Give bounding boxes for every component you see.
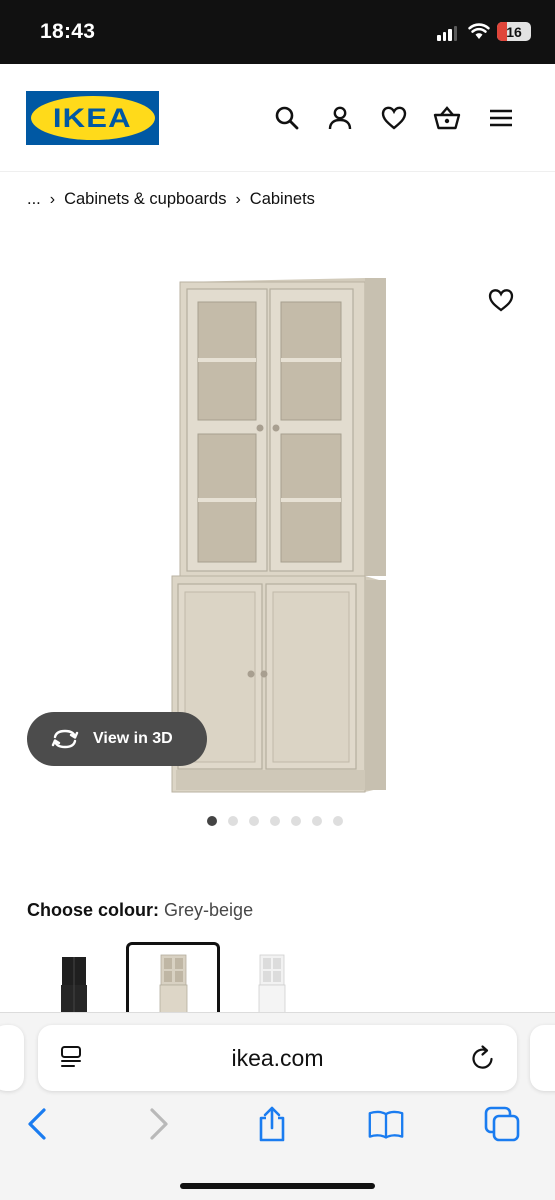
carousel-dot[interactable] <box>270 816 280 826</box>
home-indicator[interactable] <box>180 1183 375 1189</box>
white-cabinet-thumbnail <box>258 954 286 1018</box>
add-to-favourites-icon[interactable] <box>487 287 515 313</box>
carousel-dot[interactable] <box>333 816 343 826</box>
colour-swatch-white[interactable] <box>226 942 320 1022</box>
breadcrumb-separator: › <box>49 190 56 208</box>
colour-selector-heading: Choose colour: Grey-beige <box>27 900 253 921</box>
heart-icon[interactable] <box>380 104 408 132</box>
status-time: 18:43 <box>40 20 96 43</box>
wifi-icon <box>468 23 490 39</box>
carousel-dot[interactable] <box>249 816 259 826</box>
address-bar[interactable]: ikea.com <box>38 1025 517 1091</box>
view-in-3d-label: View in 3D <box>93 730 173 747</box>
view-in-3d-button[interactable]: View in 3D <box>27 712 207 766</box>
menu-icon[interactable] <box>487 104 515 132</box>
reload-icon[interactable] <box>469 1044 497 1072</box>
breadcrumb-cabinets[interactable]: Cabinets <box>250 190 315 209</box>
browser-toolbar: ikea.com <box>0 1012 555 1200</box>
share-icon[interactable] <box>254 1106 290 1142</box>
breadcrumb-separator: › <box>235 190 241 208</box>
ikea-logo[interactable]: IKEA <box>26 91 159 145</box>
status-bar: 18:43 16 <box>0 0 555 64</box>
rotate-3d-icon <box>51 729 79 749</box>
grey-beige-cabinet-thumbnail <box>159 954 188 1018</box>
back-icon[interactable] <box>20 1106 56 1142</box>
choose-colour-label: Choose colour: <box>27 900 160 920</box>
breadcrumb: ... › Cabinets & cupboards › Cabinets <box>27 190 315 209</box>
bookmarks-icon[interactable] <box>368 1106 404 1142</box>
url-text: ikea.com <box>231 1045 324 1071</box>
carousel-dot[interactable] <box>291 816 301 826</box>
next-tab-peek[interactable] <box>530 1025 555 1091</box>
battery-level: 16 <box>506 23 522 40</box>
cellular-signal-icon <box>437 25 457 41</box>
carousel-dot[interactable] <box>312 816 322 826</box>
carousel-dot[interactable] <box>228 816 238 826</box>
site-header: IKEA <box>0 64 555 172</box>
search-icon[interactable] <box>273 104 301 132</box>
selected-colour-value: Grey-beige <box>164 900 254 920</box>
colour-swatch-grey-beige[interactable] <box>126 942 220 1022</box>
logo-oval: IKEA <box>30 96 155 140</box>
colour-swatch-black[interactable] <box>28 942 122 1022</box>
profile-icon[interactable] <box>326 104 354 132</box>
forward-icon[interactable] <box>140 1106 176 1142</box>
tabs-icon[interactable] <box>484 1106 520 1142</box>
previous-tab-peek[interactable] <box>0 1025 24 1091</box>
image-carousel-dots <box>207 816 343 826</box>
breadcrumb-ellipsis[interactable]: ... <box>27 190 41 209</box>
breadcrumb-cabinets-cupboards[interactable]: Cabinets & cupboards <box>64 190 226 209</box>
battery-indicator: 16 <box>497 22 531 41</box>
black-cabinet-thumbnail <box>61 957 87 1015</box>
logo-text: IKEA <box>53 102 132 133</box>
carousel-dot[interactable] <box>207 816 217 826</box>
basket-icon[interactable] <box>433 104 461 132</box>
